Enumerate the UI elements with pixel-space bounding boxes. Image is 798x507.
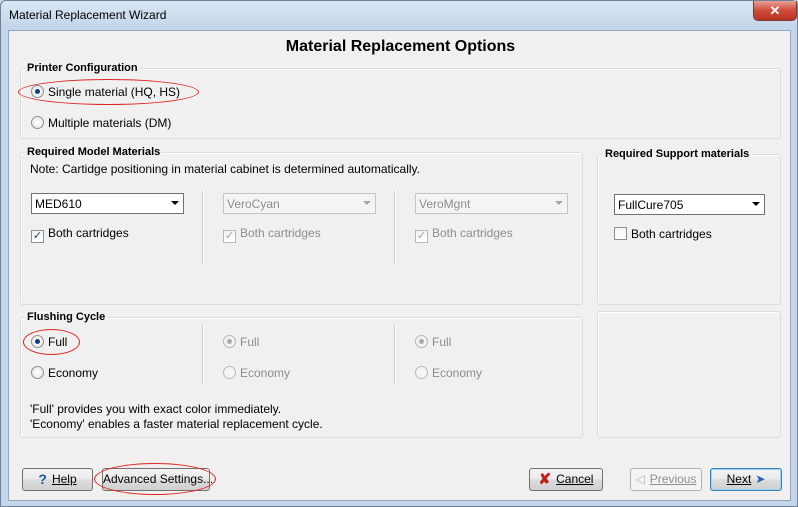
arrow-left-icon: ◁: [635, 472, 645, 487]
chevron-down-icon: [752, 202, 760, 206]
radio-off-icon: [223, 366, 236, 379]
wizard-window: Material Replacement Wizard ✕ Material R…: [0, 0, 798, 507]
window-title: Material Replacement Wizard: [9, 8, 167, 22]
column-divider: [394, 325, 395, 385]
model-material-2-value: VeroCyan: [227, 197, 280, 211]
radio-single-material[interactable]: Single material (HQ, HS): [31, 85, 180, 99]
radio-flush-full-2-label: Full: [240, 335, 260, 349]
advanced-settings-label: Advanced Settings...: [103, 472, 214, 486]
model-material-2-both-label: Both cartridges: [240, 226, 321, 240]
support-both-label: Both cartridges: [631, 227, 712, 241]
model-material-3-both-checkbox[interactable]: ✓ Both cartridges: [415, 226, 513, 243]
radio-flush-economy-3[interactable]: Economy: [415, 366, 482, 380]
dialog-body: Material Replacement Options Printer Con…: [8, 30, 791, 501]
support-materials-legend: Required Support materials: [603, 148, 752, 160]
radio-flush-full-2[interactable]: Full: [223, 335, 259, 349]
cancel-button-label: Cancel: [556, 472, 594, 486]
next-button-label: Next: [726, 472, 752, 486]
cancel-button[interactable]: ✘ Cancel: [529, 468, 603, 491]
help-button-label: Help: [51, 472, 77, 486]
column-divider: [202, 190, 203, 265]
column-divider: [202, 325, 203, 385]
advanced-settings-button[interactable]: Advanced Settings...: [102, 468, 214, 491]
radio-flush-full-3[interactable]: Full: [415, 335, 451, 349]
cancel-icon: ✘: [538, 471, 552, 489]
checkbox-empty-icon: [614, 227, 627, 240]
model-material-3-both-label: Both cartridges: [432, 226, 513, 240]
model-material-3-value: VeroMgnt: [419, 197, 471, 211]
radio-multiple-materials[interactable]: Multiple materials (DM): [31, 116, 171, 130]
checkmark-icon: ✓: [223, 230, 236, 243]
radio-flush-economy-2-label: Economy: [240, 366, 291, 380]
chevron-down-icon: [555, 201, 563, 205]
model-material-1-select[interactable]: MED610: [31, 193, 184, 214]
flushing-cycle-legend: Flushing Cycle: [25, 311, 108, 323]
close-icon: ✕: [769, 3, 781, 18]
radio-on-icon: [223, 335, 236, 348]
radio-flush-economy-1-label: Economy: [48, 366, 99, 380]
radio-off-icon: [415, 366, 428, 379]
radio-off-icon: [31, 366, 44, 379]
checkmark-icon: ✓: [415, 230, 428, 243]
radio-off-icon: [31, 116, 44, 129]
close-button[interactable]: ✕: [753, 1, 797, 21]
flushing-info-line-1: 'Full' provides you with exact color imm…: [30, 402, 282, 416]
previous-button[interactable]: ◁ Previous: [630, 468, 702, 491]
column-divider: [394, 190, 395, 265]
help-button[interactable]: ? Help: [22, 468, 93, 491]
checkmark-icon: ✓: [31, 230, 44, 243]
printer-config-legend: Printer Configuration: [25, 62, 140, 74]
model-materials-note: Note: Cartidge positioning in material c…: [30, 162, 420, 176]
radio-on-icon: [415, 335, 428, 348]
radio-flush-full-3-label: Full: [432, 335, 452, 349]
support-material-value: FullCure705: [618, 198, 684, 212]
support-both-checkbox[interactable]: Both cartridges: [614, 227, 712, 241]
model-material-3-select[interactable]: VeroMgnt: [415, 193, 568, 214]
model-materials-legend: Required Model Materials: [25, 146, 163, 158]
support-material-select[interactable]: FullCure705: [614, 194, 765, 215]
radio-on-icon: [31, 85, 44, 98]
radio-flush-full-1-label: Full: [48, 335, 68, 349]
radio-multiple-materials-label: Multiple materials (DM): [48, 116, 172, 130]
model-material-1-value: MED610: [35, 197, 82, 211]
empty-panel: [597, 311, 781, 438]
model-material-1-both-checkbox[interactable]: ✓ Both cartridges: [31, 226, 129, 243]
title-bar[interactable]: Material Replacement Wizard ✕: [1, 1, 797, 29]
previous-button-label: Previous: [649, 472, 697, 486]
chevron-down-icon: [171, 201, 179, 205]
model-material-2-both-checkbox[interactable]: ✓ Both cartridges: [223, 226, 321, 243]
chevron-down-icon: [363, 201, 371, 205]
radio-flush-full-1[interactable]: Full: [31, 335, 67, 349]
radio-flush-economy-1[interactable]: Economy: [31, 366, 98, 380]
flushing-info-line-2: 'Economy' enables a faster material repl…: [30, 417, 323, 431]
radio-single-material-label: Single material (HQ, HS): [48, 85, 181, 99]
help-icon: ?: [38, 471, 47, 488]
radio-on-icon: [31, 335, 44, 348]
next-button[interactable]: Next ➤: [710, 468, 782, 491]
arrow-right-icon: ➤: [755, 472, 766, 487]
model-material-2-select[interactable]: VeroCyan: [223, 193, 376, 214]
radio-flush-economy-3-label: Economy: [432, 366, 483, 380]
page-heading: Material Replacement Options: [285, 38, 516, 55]
model-material-1-both-label: Both cartridges: [48, 226, 129, 240]
radio-flush-economy-2[interactable]: Economy: [223, 366, 290, 380]
